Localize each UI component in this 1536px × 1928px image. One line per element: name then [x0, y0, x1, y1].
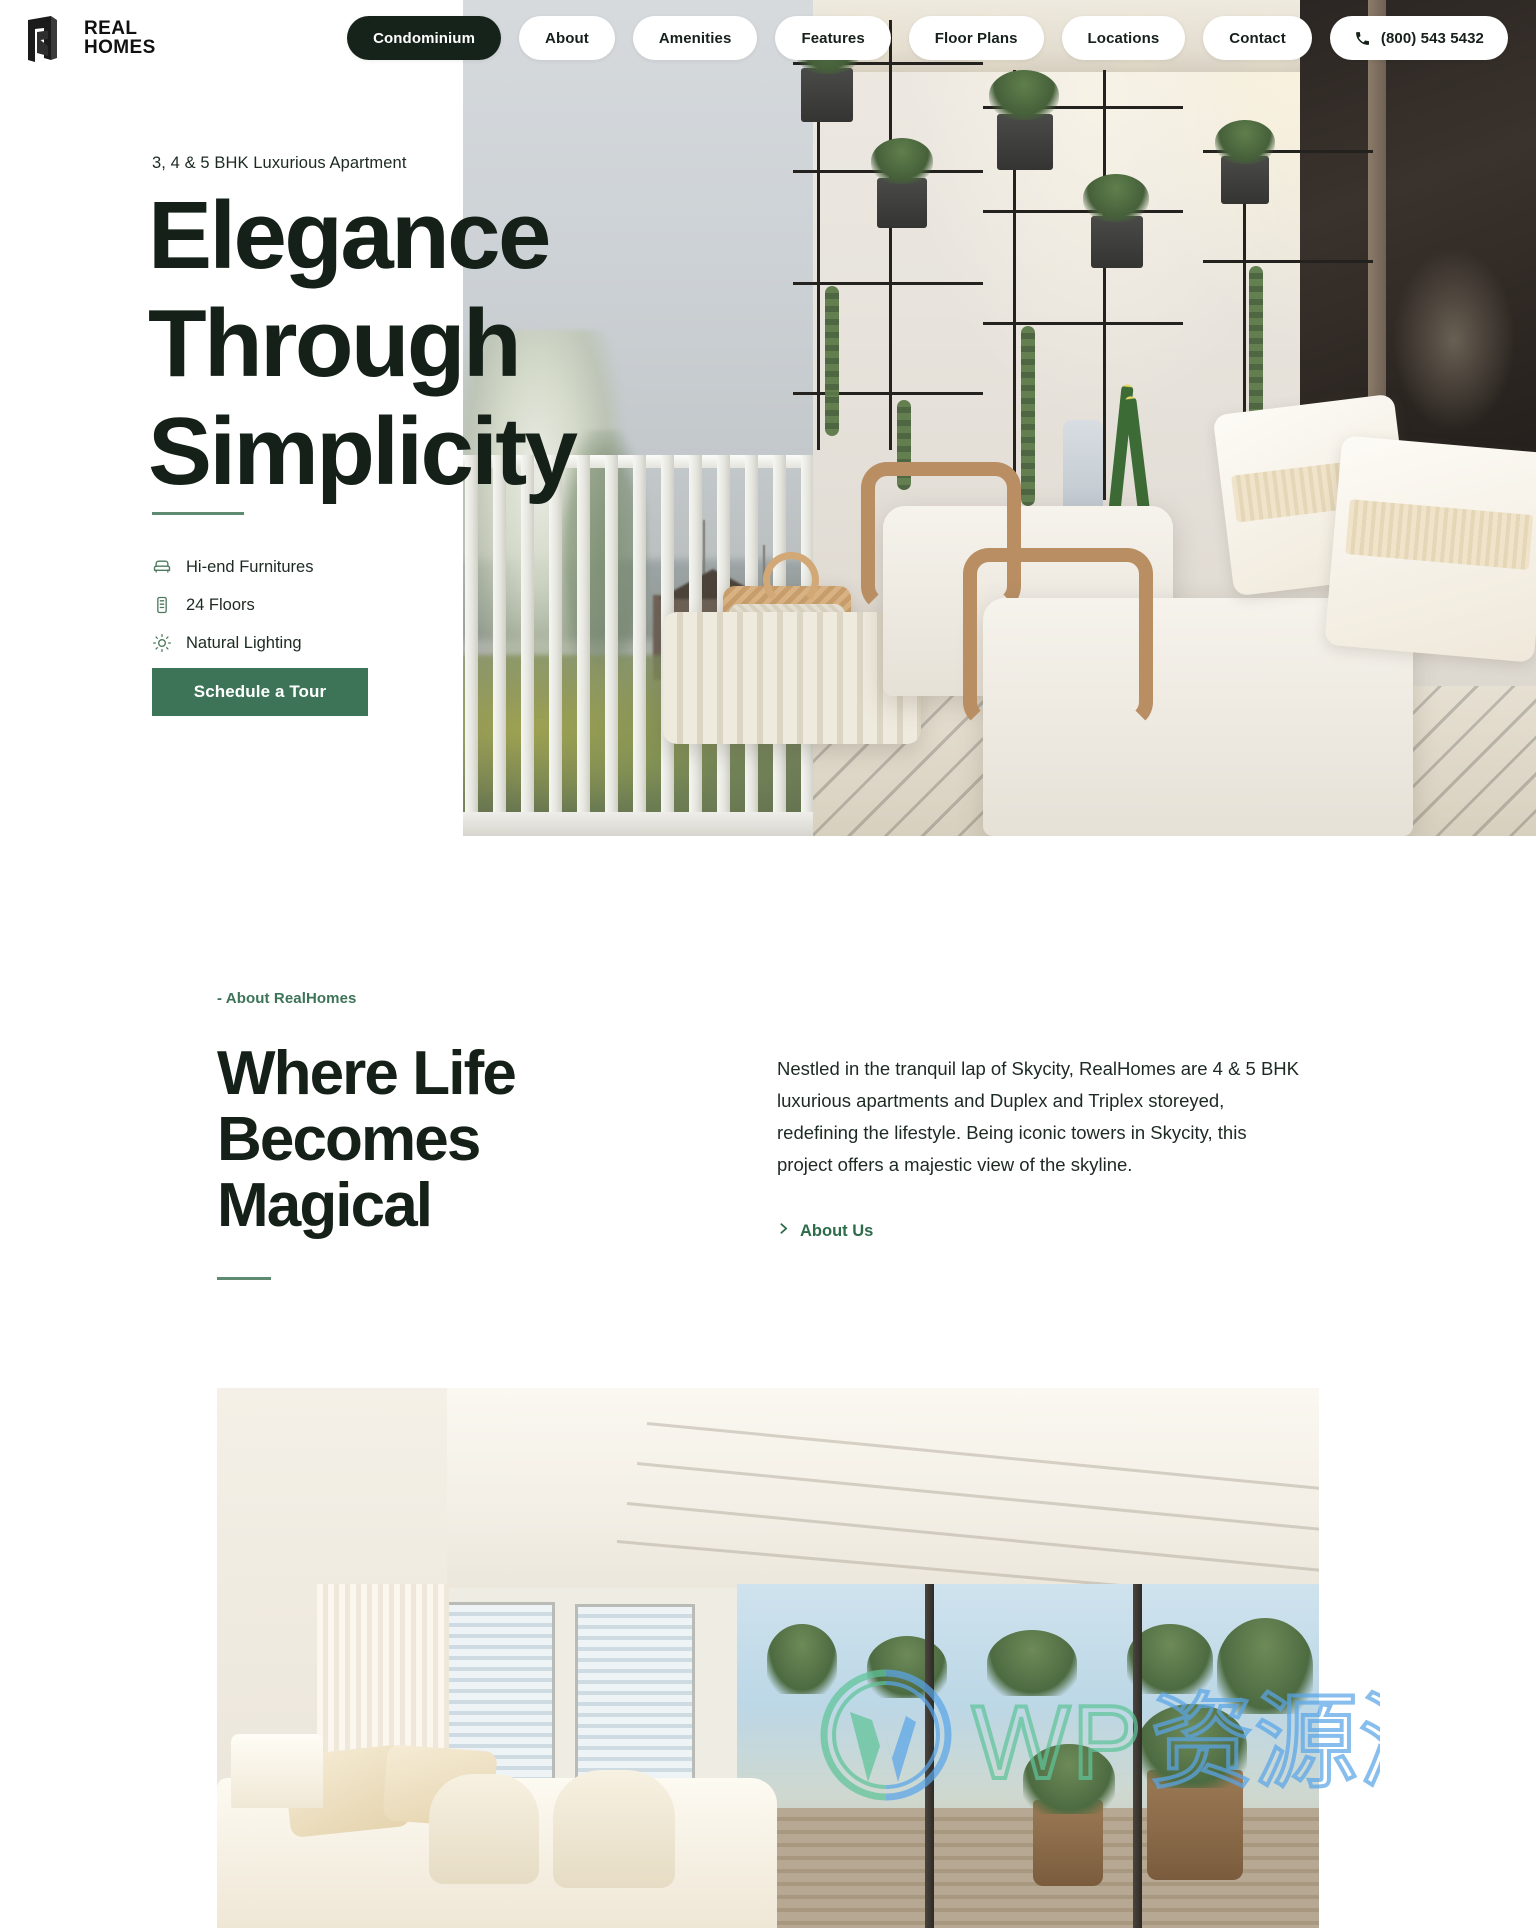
- hero-section: REAL HOMES Condominium About Amenities F…: [0, 0, 1536, 836]
- nav-phone-label: (800) 543 5432: [1380, 29, 1484, 47]
- about-title-line-1: Where Life: [217, 1039, 517, 1108]
- nav-phone-button[interactable]: (800) 543 5432: [1329, 16, 1508, 60]
- window-reflection: [1394, 250, 1514, 430]
- hero-title: Elegance Through Simplicity: [148, 182, 578, 506]
- terrace-plant: [1137, 1704, 1247, 1788]
- nav-item-about[interactable]: About: [519, 16, 615, 60]
- about-title: Where Life Becomes Magical: [217, 1041, 777, 1239]
- hero-feature-list: Hi-end Furnitures 24 Floors Natural Ligh…: [152, 548, 313, 662]
- glass-mullion: [1133, 1584, 1142, 1928]
- hero-eyebrow: 3, 4 & 5 BHK Luxurious Apartment: [152, 154, 407, 172]
- terrace-plant: [987, 1630, 1077, 1696]
- hero-feature-label: Natural Lighting: [186, 633, 302, 652]
- terrace-glass-wall: [737, 1584, 1319, 1928]
- nav-item-condominium[interactable]: Condominium: [347, 16, 502, 60]
- terrace-plant: [1023, 1744, 1115, 1814]
- hero-title-line-1: Elegance: [148, 182, 551, 289]
- terrace-plant: [767, 1624, 837, 1694]
- top-navigation: REAL HOMES Condominium About Amenities F…: [0, 0, 1536, 76]
- table-lamp: [231, 1734, 323, 1808]
- brand-wordmark: REAL HOMES: [84, 19, 156, 57]
- hero-title-line-2: Through: [148, 290, 522, 397]
- plant-wall-grid: [793, 20, 983, 490]
- about-right-column: Nestled in the tranquil lap of Skycity, …: [777, 1041, 1319, 1241]
- hero-balcony-photo: [463, 0, 1536, 836]
- nav-item-locations[interactable]: Locations: [1061, 16, 1186, 60]
- brand-line1: REAL: [84, 18, 138, 39]
- about-paragraph: Nestled in the tranquil lap of Skycity, …: [777, 1058, 1300, 1175]
- about-bedroom-photo: [217, 1388, 1319, 1928]
- rattan-chair: [553, 1770, 675, 1888]
- hero-feature-label: 24 Floors: [186, 595, 255, 614]
- realhomes-door-logo-icon: [18, 12, 70, 64]
- nav-item-features[interactable]: Features: [775, 16, 891, 60]
- about-us-link[interactable]: About Us: [777, 1221, 873, 1241]
- armchair-icon: [152, 557, 172, 577]
- about-title-line-3: Magical: [217, 1171, 433, 1240]
- sun-icon: [152, 633, 172, 653]
- hero-feature-item: 24 Floors: [152, 586, 313, 624]
- schedule-a-tour-button[interactable]: Schedule a Tour: [152, 668, 368, 716]
- about-divider-rule: [217, 1277, 271, 1280]
- about-columns: Where Life Becomes Magical Nestled in th…: [217, 1041, 1319, 1280]
- fringed-pillow: [1324, 435, 1536, 663]
- nav-item-floor-plans[interactable]: Floor Plans: [908, 16, 1044, 60]
- terrace-plant: [867, 1636, 947, 1698]
- about-us-link-label: About Us: [800, 1221, 874, 1240]
- brand-line2: HOMES: [84, 37, 156, 58]
- nav-pill-group: Condominium About Amenities Features Flo…: [347, 16, 1508, 60]
- rattan-chair: [429, 1774, 539, 1884]
- armchair-front-arm: [963, 548, 1153, 728]
- hero-divider-rule: [152, 512, 244, 515]
- hero-feature-item: Natural Lighting: [152, 624, 313, 662]
- basket-handle: [763, 552, 819, 608]
- terrace-plant: [1217, 1618, 1313, 1714]
- phone-icon: [1354, 30, 1371, 47]
- nav-item-contact[interactable]: Contact: [1203, 16, 1312, 60]
- nav-item-amenities[interactable]: Amenities: [632, 16, 758, 60]
- chevron-right-icon: [777, 1221, 790, 1241]
- about-section: - About RealHomes Where Life Becomes Mag…: [0, 836, 1536, 1928]
- about-kicker: - About RealHomes: [217, 990, 357, 1007]
- about-container: - About RealHomes Where Life Becomes Mag…: [217, 990, 1319, 1280]
- building-floors-icon: [152, 595, 172, 615]
- hero-feature-item: Hi-end Furnitures: [152, 548, 313, 586]
- hero-title-line-3: Simplicity: [148, 398, 578, 505]
- about-left-column: Where Life Becomes Magical: [217, 1041, 777, 1280]
- about-title-line-2: Becomes: [217, 1105, 481, 1174]
- brand-logo[interactable]: REAL HOMES: [18, 12, 156, 64]
- glass-mullion: [925, 1584, 934, 1928]
- hero-feature-label: Hi-end Furnitures: [186, 557, 314, 576]
